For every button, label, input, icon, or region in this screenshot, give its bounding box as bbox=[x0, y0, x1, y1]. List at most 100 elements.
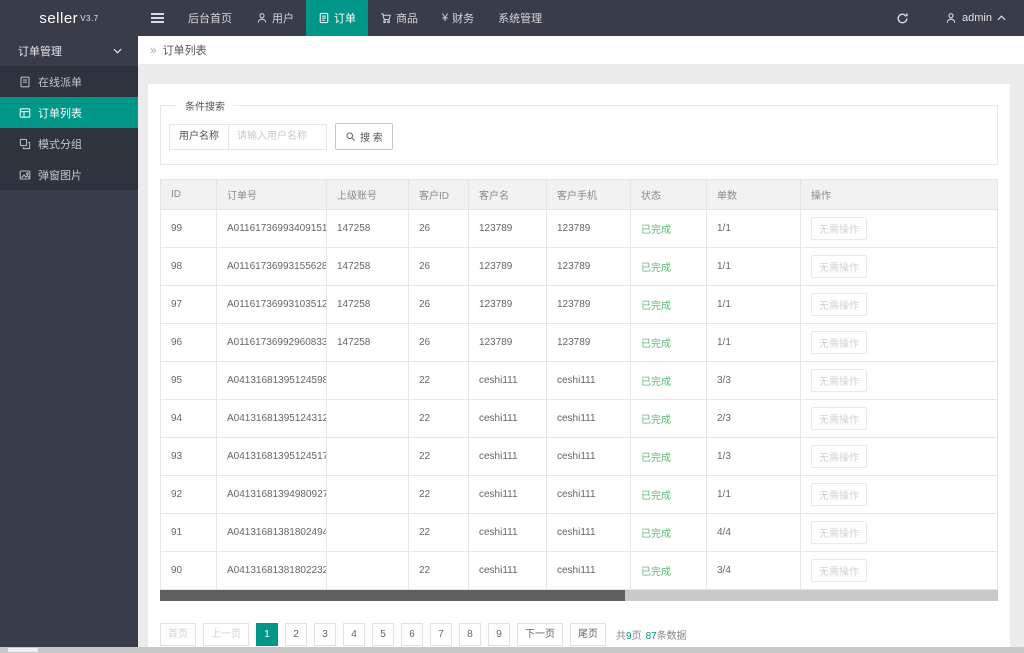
status-badge: 已完成 bbox=[641, 377, 671, 388]
username-field-label: 用户名称 bbox=[169, 123, 229, 150]
no-action-button[interactable]: 无需操作 bbox=[811, 255, 867, 278]
refresh-icon bbox=[896, 12, 909, 25]
sidebar-group-order-management[interactable]: 订单管理 bbox=[0, 36, 138, 66]
sidebar-item-order-list[interactable]: 订单列表 bbox=[0, 97, 138, 128]
pagination-page-3[interactable]: 3 bbox=[314, 623, 336, 646]
cell-order-no: A01161736993155628 bbox=[216, 247, 327, 286]
cell-count: 1/1 bbox=[706, 209, 801, 248]
no-action-button[interactable]: 无需操作 bbox=[811, 217, 867, 240]
cell-customer-name: ceshi111 bbox=[468, 513, 547, 552]
breadcrumb-current: 订单列表 bbox=[162, 45, 207, 57]
cell-id: 96 bbox=[160, 323, 217, 362]
cell-status: 已完成 bbox=[630, 285, 707, 324]
cell-actions: 无需操作 bbox=[800, 323, 998, 362]
cell-customer-id: 22 bbox=[408, 361, 469, 400]
no-action-button[interactable]: 无需操作 bbox=[811, 559, 867, 582]
cell-customer-phone: 123789 bbox=[546, 209, 631, 248]
window-scrollbar-thumb[interactable] bbox=[8, 648, 38, 652]
cell-parent-account bbox=[326, 361, 409, 400]
cell-id: 91 bbox=[160, 513, 217, 552]
table-row: 94 A04131681395124312 22 ceshi111 ceshi111 已完… bbox=[160, 399, 998, 438]
cell-id: 93 bbox=[160, 437, 217, 476]
sidebar-item-popup-image[interactable]: 弹窗图片 bbox=[0, 159, 138, 190]
pagination-page-1[interactable]: 1 bbox=[256, 623, 278, 646]
main-content: » 订单列表 条件搜索 用户名称 搜 索 bbox=[138, 36, 1024, 647]
cell-customer-id: 26 bbox=[408, 209, 469, 248]
orders-table: ID 订单号 上级账号 客户ID 客户名 客户手机 状态 单数 操作 99 A01… bbox=[160, 179, 998, 590]
cell-customer-phone: 123789 bbox=[546, 247, 631, 286]
cell-count: 1/1 bbox=[706, 247, 801, 286]
pagination-page-6[interactable]: 6 bbox=[401, 623, 423, 646]
user-menu[interactable]: admin bbox=[927, 0, 1024, 36]
group-icon bbox=[19, 138, 31, 150]
pagination-page-9[interactable]: 9 bbox=[488, 623, 510, 646]
pagination-page-8[interactable]: 8 bbox=[459, 623, 481, 646]
window-horizontal-scrollbar[interactable] bbox=[0, 647, 1024, 653]
cell-count: 1/1 bbox=[706, 323, 801, 362]
cell-status: 已完成 bbox=[630, 209, 707, 248]
cell-customer-id: 22 bbox=[408, 437, 469, 476]
app-version: V3.7 bbox=[80, 13, 99, 23]
cell-customer-id: 26 bbox=[408, 285, 469, 324]
no-action-button[interactable]: 无需操作 bbox=[811, 407, 867, 430]
pagination-first-button[interactable]: 首页 bbox=[160, 623, 196, 646]
cell-customer-phone: ceshi111 bbox=[546, 513, 631, 552]
nav-item-system[interactable]: 系统管理 bbox=[486, 0, 554, 36]
sidebar-item-online-dispatch[interactable]: 在线派单 bbox=[0, 66, 138, 97]
search-button[interactable]: 搜 索 bbox=[335, 123, 393, 150]
search-fieldset: 条件搜索 用户名称 搜 索 bbox=[160, 98, 998, 165]
pagination-page-4[interactable]: 4 bbox=[343, 623, 365, 646]
pagination-page-5[interactable]: 5 bbox=[372, 623, 394, 646]
cell-customer-phone: ceshi111 bbox=[546, 399, 631, 438]
pagination-page-2[interactable]: 2 bbox=[285, 623, 307, 646]
cell-actions: 无需操作 bbox=[800, 209, 998, 248]
cell-parent-account bbox=[326, 513, 409, 552]
cell-count: 1/3 bbox=[706, 437, 801, 476]
col-header-id: ID bbox=[160, 179, 217, 210]
pagination: 首页 上一页 123456789 下一页 尾页 共9页 87条数据 bbox=[160, 623, 998, 646]
cell-status: 已完成 bbox=[630, 513, 707, 552]
scrollbar-thumb[interactable] bbox=[160, 590, 626, 601]
status-badge: 已完成 bbox=[641, 301, 671, 312]
pagination-prev-button[interactable]: 上一页 bbox=[203, 623, 249, 646]
refresh-button[interactable] bbox=[878, 0, 927, 36]
no-action-button[interactable]: 无需操作 bbox=[811, 521, 867, 544]
nav-item-finance[interactable]: ¥ 财务 bbox=[430, 0, 486, 36]
table-row: 95 A04131681395124598 22 ceshi111 ceshi111 已完… bbox=[160, 361, 998, 400]
breadcrumb-separator: » bbox=[150, 43, 157, 57]
sidebar-item-mode-group[interactable]: 模式分组 bbox=[0, 128, 138, 159]
breadcrumb: » 订单列表 bbox=[138, 36, 1024, 64]
app-logo: seller V3.7 bbox=[0, 0, 138, 36]
no-action-button[interactable]: 无需操作 bbox=[811, 369, 867, 392]
no-action-button[interactable]: 无需操作 bbox=[811, 445, 867, 468]
cell-parent-account bbox=[326, 437, 409, 476]
dispatch-icon bbox=[19, 76, 31, 88]
nav-item-dashboard[interactable]: 后台首页 bbox=[176, 0, 244, 36]
nav-item-users[interactable]: 用户 bbox=[244, 0, 306, 36]
cell-actions: 无需操作 bbox=[800, 361, 998, 400]
table-row: 90 A04131681381802232 22 ceshi111 ceshi111 已完… bbox=[160, 551, 998, 590]
nav-item-products[interactable]: 商品 bbox=[368, 0, 430, 36]
col-header-customer-phone: 客户手机 bbox=[546, 179, 631, 210]
nav-item-orders[interactable]: 订单 bbox=[306, 0, 368, 36]
pagination-next-button[interactable]: 下一页 bbox=[517, 623, 563, 646]
cell-count: 1/1 bbox=[706, 285, 801, 324]
status-badge: 已完成 bbox=[641, 567, 671, 578]
no-action-button[interactable]: 无需操作 bbox=[811, 483, 867, 506]
cell-parent-account: 147258 bbox=[326, 209, 409, 248]
image-icon bbox=[19, 169, 31, 181]
pagination-last-button[interactable]: 尾页 bbox=[570, 623, 606, 646]
no-action-button[interactable]: 无需操作 bbox=[811, 293, 867, 316]
cell-count: 4/4 bbox=[706, 513, 801, 552]
no-action-button[interactable]: 无需操作 bbox=[811, 331, 867, 354]
sidebar-collapse-button[interactable] bbox=[138, 0, 176, 36]
table-horizontal-scrollbar[interactable] bbox=[160, 590, 998, 601]
cell-parent-account: 147258 bbox=[326, 323, 409, 362]
pagination-page-7[interactable]: 7 bbox=[430, 623, 452, 646]
cell-status: 已完成 bbox=[630, 551, 707, 590]
username-search-input[interactable] bbox=[229, 123, 327, 150]
cell-parent-account: 147258 bbox=[326, 247, 409, 286]
cell-customer-name: 123789 bbox=[468, 209, 547, 248]
cell-customer-id: 22 bbox=[408, 513, 469, 552]
cell-parent-account: 147258 bbox=[326, 285, 409, 324]
